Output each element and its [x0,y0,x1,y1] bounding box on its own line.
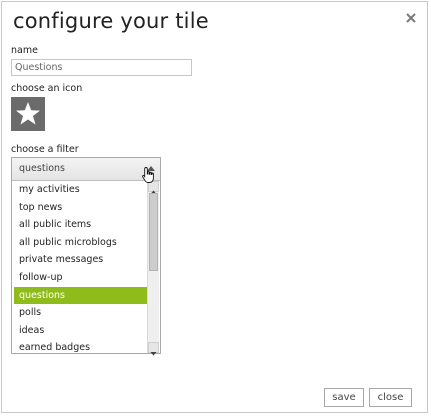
scroll-down-button[interactable] [148,342,159,356]
filter-option[interactable]: polls [14,304,147,322]
filter-dropdown[interactable]: questions my activities top news all pub… [11,157,161,356]
scrollbar-thumb[interactable] [149,193,158,271]
filter-option[interactable]: follow-up [14,269,147,287]
close-button[interactable]: close [369,388,412,407]
chevron-up-icon[interactable] [145,163,157,175]
scroll-down-arrow-icon [150,352,157,356]
filter-option[interactable]: earned badges [14,339,147,352]
filter-selected-text: questions [19,163,65,174]
name-label: name [11,45,38,56]
filter-selected-value[interactable]: questions [12,158,160,181]
filter-label: choose a filter [11,144,79,155]
filter-option[interactable]: private messages [14,251,147,269]
filter-option[interactable]: all public microblogs [14,234,147,252]
icon-picker-button[interactable] [11,97,45,131]
filter-option[interactable]: top news [14,199,147,217]
save-button[interactable]: save [324,388,364,407]
dialog-title: configure your tile [13,9,209,33]
filter-option[interactable]: my activities [14,181,147,199]
filter-option-selected[interactable]: questions [14,286,147,305]
name-input[interactable] [11,59,192,76]
scroll-up-button[interactable] [148,181,159,194]
filter-list-scrollbar[interactable] [147,181,159,356]
close-icon[interactable] [404,10,418,24]
filter-option[interactable]: all public items [14,216,147,234]
star-icon [16,102,40,125]
filter-option[interactable]: ideas [14,322,147,340]
icon-label: choose an icon [11,83,83,94]
filter-options-list: my activities top news all public items … [14,181,147,352]
